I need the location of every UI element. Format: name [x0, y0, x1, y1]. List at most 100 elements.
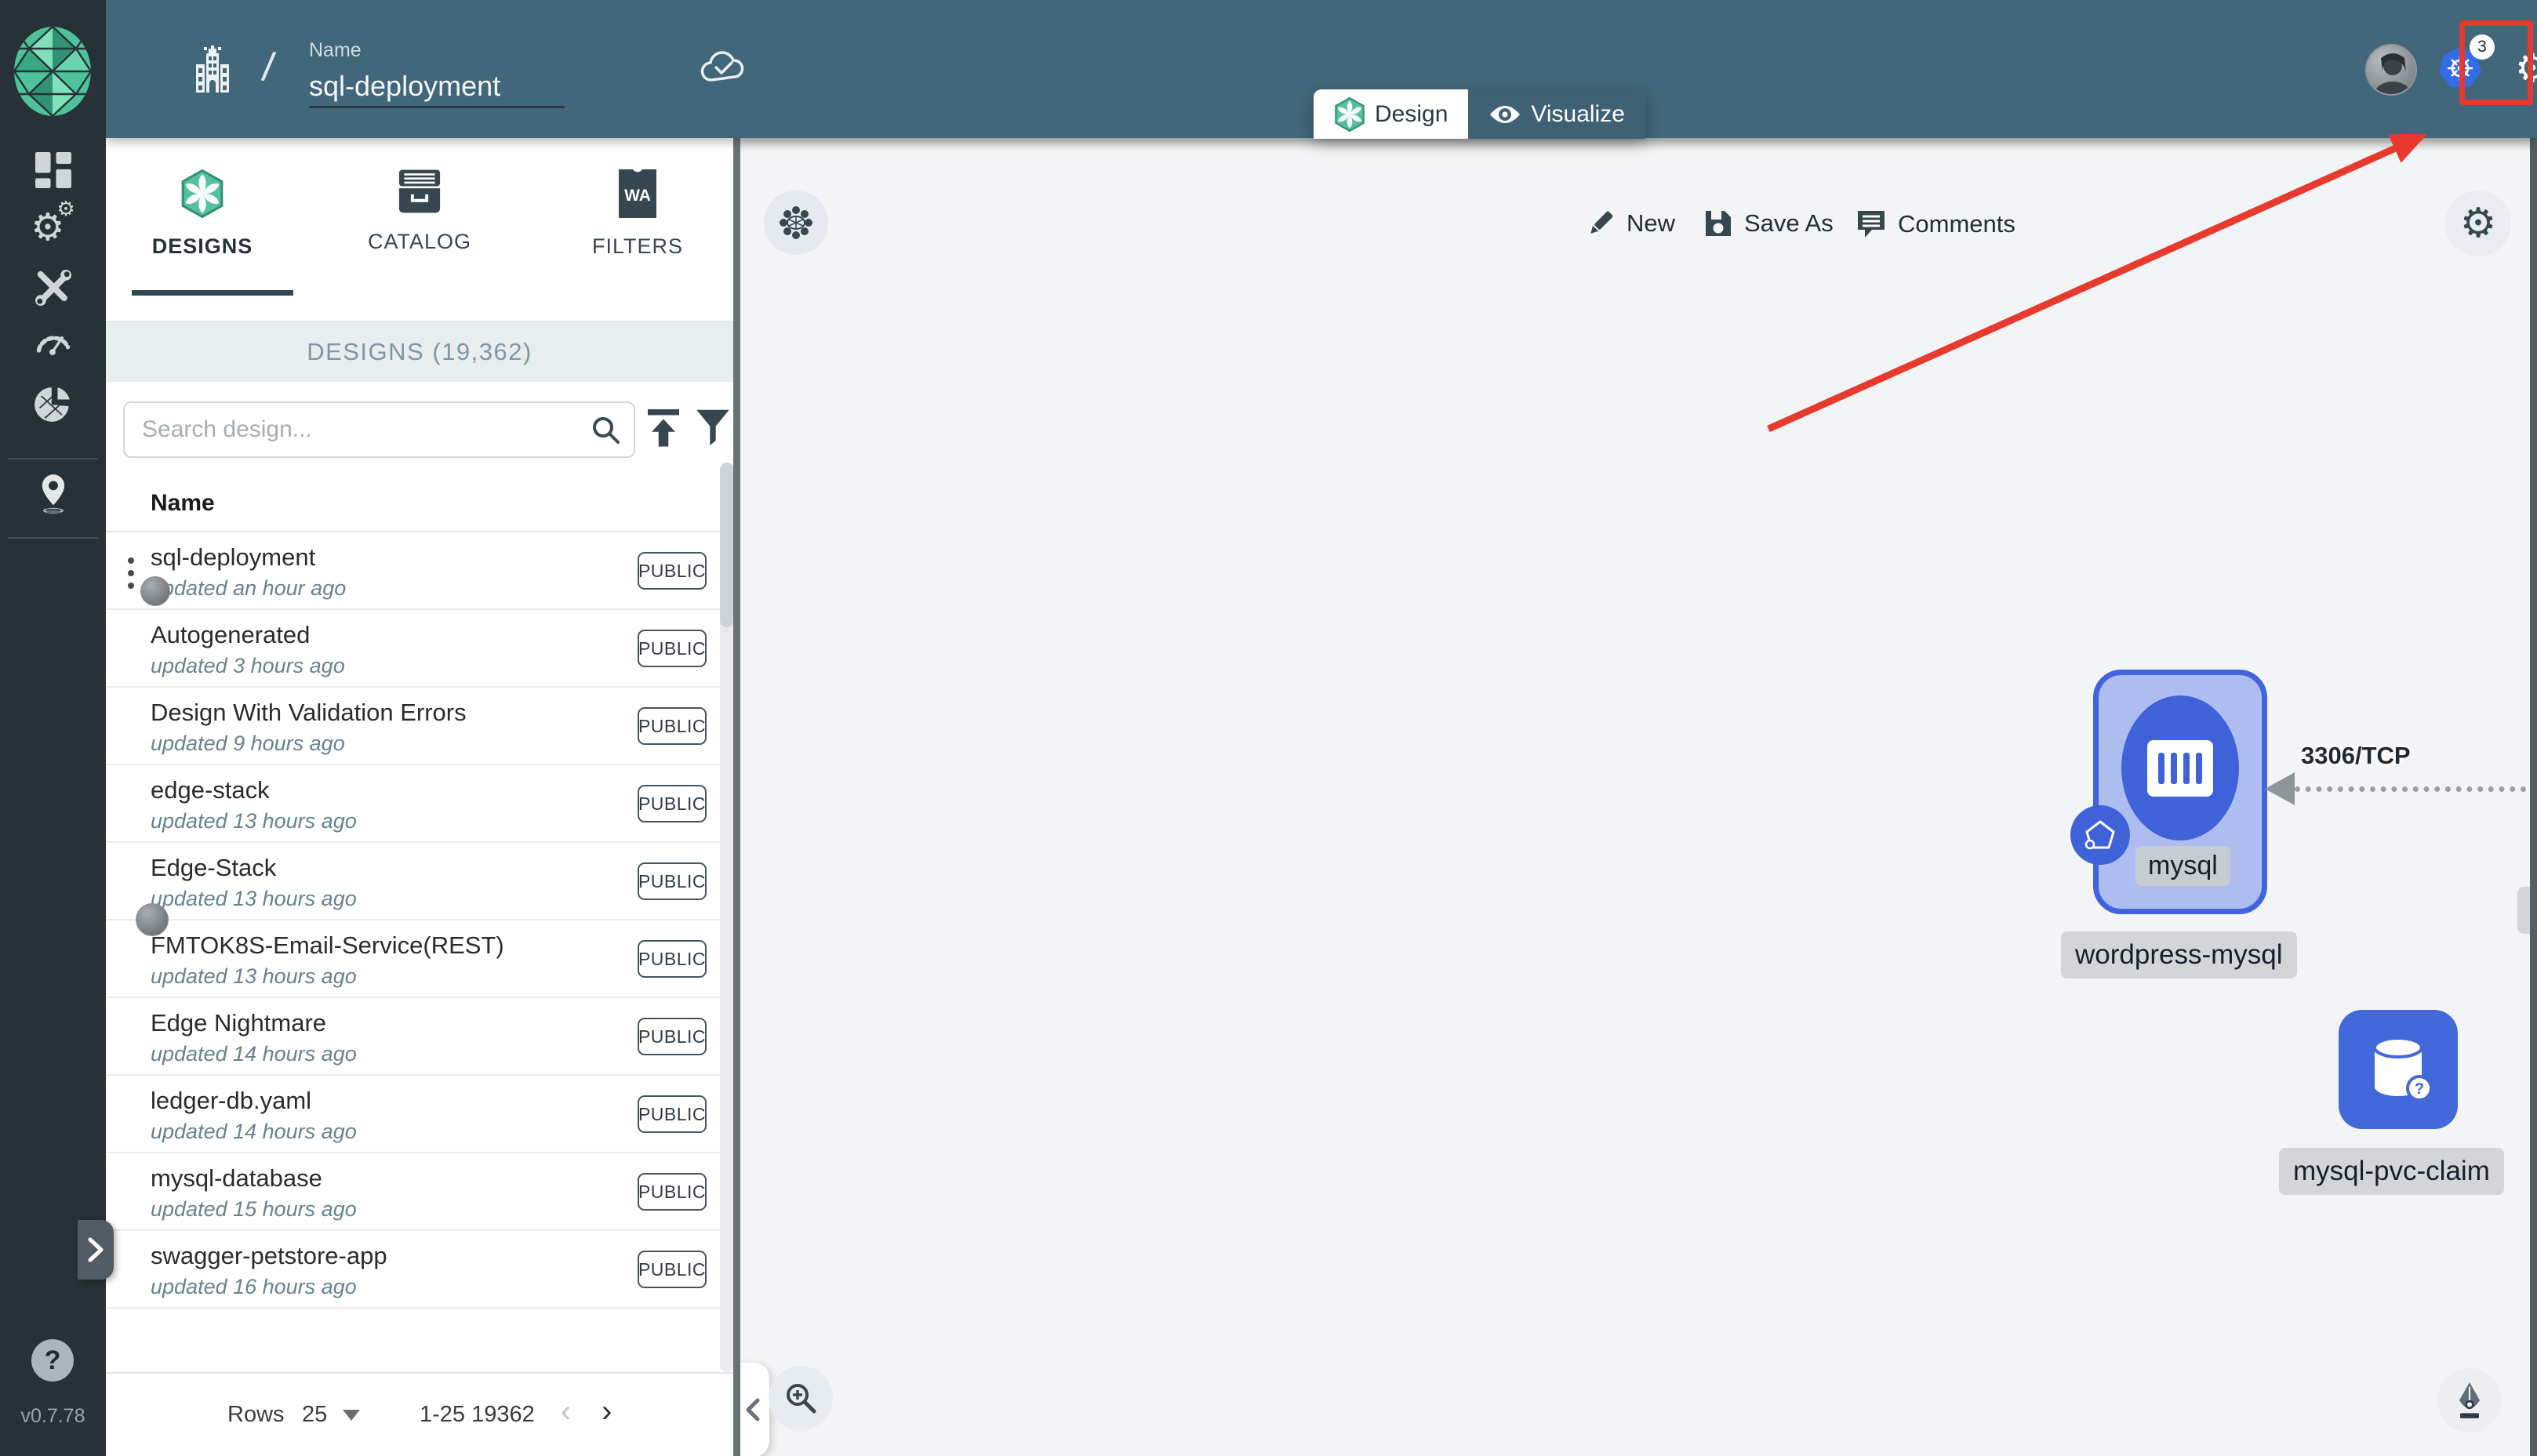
tab-design-label: Design	[1375, 100, 1448, 127]
pen-mode-button[interactable]	[2437, 1368, 2502, 1432]
sidebar-item-dashboard[interactable]	[0, 152, 106, 188]
sidebar-item-lifecycle[interactable]: ⚙ ⚙	[0, 199, 106, 246]
mesh-flower-icon	[780, 206, 812, 239]
filter-funnel-icon[interactable]	[696, 409, 730, 447]
panel-tab-designs[interactable]: DESIGNS	[116, 169, 289, 259]
rows-per-page-caret-icon[interactable]	[343, 1410, 360, 1421]
pen-nib-icon	[2459, 1382, 2481, 1418]
designs-tab-icon	[181, 169, 224, 219]
design-row[interactable]: mysql-database updated 15 hours ago PUBL…	[106, 1153, 733, 1231]
visibility-badge: PUBLIC	[638, 1173, 707, 1211]
main-sidebar: ⚙ ⚙ ? v0.7.78	[0, 0, 114, 1456]
search-input[interactable]	[142, 416, 590, 443]
visibility-badge: PUBLIC	[638, 862, 707, 900]
visibility-badge: PUBLIC	[638, 785, 707, 822]
design-canvas[interactable]: New Save As Comments Actions Share	[740, 138, 2530, 1456]
design-list: sql-deployment updated an hour ago PUBLI…	[106, 532, 733, 1309]
view-mode-tabs: Design Visualize	[1314, 89, 1645, 139]
design-row[interactable]: swagger-petstore-app updated 16 hours ag…	[106, 1231, 733, 1309]
svg-text:WA: WA	[624, 187, 651, 205]
zoom-in-icon	[787, 1384, 816, 1414]
deployment-node[interactable]: mysql	[2070, 670, 2267, 914]
annotation-highlight-box	[2459, 20, 2533, 105]
pod-pentagon-badge[interactable]	[2070, 805, 2130, 865]
column-header-name: Name	[151, 490, 215, 516]
comments-icon	[1858, 211, 1885, 238]
save-icon	[1706, 211, 1731, 236]
eye-icon	[1490, 105, 1521, 123]
container-icon	[2147, 739, 2213, 797]
save-as-button[interactable]: Save As	[1703, 209, 1834, 238]
visibility-badge: PUBLIC	[638, 1251, 707, 1288]
edge-port-label: 3306/TCP	[2301, 742, 2411, 769]
pencil-new-icon	[1590, 211, 1613, 234]
design-row[interactable]: Edge Nightmare updated 14 hours ago PUBL…	[106, 998, 733, 1076]
sidebar-item-performance[interactable]	[0, 326, 106, 358]
comments-button[interactable]: Comments	[1855, 209, 2015, 240]
window-edge	[2530, 138, 2537, 1456]
designs-panel: DESIGNS CATALOG WA FILTERS DESIGNS (19,3…	[106, 138, 734, 1456]
container-label: mysql	[2135, 846, 2230, 886]
pagination-bar: Rows 25 1-25 19362 ‹ ›	[106, 1372, 733, 1456]
new-design-button[interactable]: New	[1586, 209, 1675, 238]
organization-icon[interactable]	[194, 45, 231, 93]
panel-tab-catalog[interactable]: CATALOG	[333, 169, 506, 254]
pvc-node[interactable]: ?	[2339, 1010, 2458, 1129]
service-edge[interactable]	[2295, 786, 2530, 792]
canvas-panel-collapse-button[interactable]	[740, 1363, 769, 1456]
help-button[interactable]: ?	[31, 1339, 74, 1382]
design-row[interactable]: ledger-db.yaml updated 14 hours ago PUBL…	[106, 1076, 733, 1153]
design-search-box	[123, 401, 635, 458]
active-tab-indicator	[132, 290, 293, 296]
designs-section-header: DESIGNS (19,362)	[106, 321, 733, 382]
design-name-input[interactable]	[309, 66, 565, 108]
zoom-in-button[interactable]	[769, 1366, 833, 1430]
wasm-filters-icon: WA	[619, 169, 656, 218]
tab-design[interactable]: Design	[1314, 89, 1469, 139]
next-page-button[interactable]: ›	[602, 1394, 612, 1429]
design-row[interactable]: Edge-Stack updated 13 hours ago PUBLIC	[106, 843, 733, 936]
sidebar-divider	[8, 458, 98, 459]
tab-visualize-label: Visualize	[1531, 100, 1625, 127]
component-explorer-button[interactable]	[764, 191, 828, 255]
container-shape[interactable]	[2121, 695, 2239, 841]
design-row[interactable]: FMTOK8S-Email-Service(REST) updated 13 h…	[106, 920, 733, 998]
visibility-badge: PUBLIC	[638, 940, 707, 978]
deployment-node-label: wordpress-mysql	[2061, 931, 2297, 979]
pagination-range: 1-25 19362	[420, 1402, 535, 1427]
sidebar-expand-button[interactable]	[78, 1220, 114, 1280]
svg-text:?: ?	[2415, 1080, 2424, 1098]
rows-per-page-value[interactable]: 25	[302, 1402, 327, 1428]
sidebar-item-environment-pin[interactable]	[0, 474, 106, 514]
sidebar-item-extensions[interactable]	[0, 386, 106, 423]
sidebar-divider	[8, 537, 98, 539]
edge-arrowhead	[2265, 772, 2295, 805]
row-owner-avatar	[136, 903, 169, 936]
design-row[interactable]: Autogenerated updated 3 hours ago PUBLIC	[106, 610, 733, 688]
sidebar-item-toolkit[interactable]	[0, 270, 106, 306]
panel-resize-handle[interactable]	[733, 138, 740, 1456]
breadcrumb-separator: /	[260, 44, 278, 91]
meshery-logo[interactable]	[13, 25, 93, 118]
user-avatar[interactable]	[2365, 44, 2417, 96]
panel-tab-filters[interactable]: WA FILTERS	[551, 169, 724, 259]
visibility-badge: PUBLIC	[638, 707, 707, 745]
visibility-badge: PUBLIC	[638, 552, 707, 590]
pvc-node-label: mysql-pvc-claim	[2279, 1148, 2504, 1195]
tab-visualize[interactable]: Visualize	[1468, 89, 1645, 139]
design-row[interactable]: edge-stack updated 13 hours ago PUBLIC	[106, 765, 733, 843]
previous-page-button[interactable]: ‹	[561, 1394, 571, 1429]
meshery-app: / Name 3 ⚙ ! 7	[0, 0, 2537, 1456]
import-design-icon[interactable]	[645, 409, 682, 448]
design-row[interactable]: sql-deployment updated an hour ago PUBLI…	[106, 532, 733, 610]
search-icon[interactable]	[590, 414, 621, 445]
rows-per-page-label: Rows	[227, 1402, 285, 1427]
design-row[interactable]: Design With Validation Errors updated 9 …	[106, 688, 733, 765]
design-swirl-icon	[1335, 96, 1365, 132]
canvas-settings-button[interactable]: ⚙	[2445, 191, 2511, 256]
design-name-label: Name	[309, 39, 362, 61]
list-scrollbar-thumb[interactable]	[720, 463, 734, 627]
row-menu-icon[interactable]	[128, 557, 134, 595]
catalog-archive-icon	[398, 169, 441, 213]
canvas-gear-icon: ⚙	[2459, 200, 2497, 247]
